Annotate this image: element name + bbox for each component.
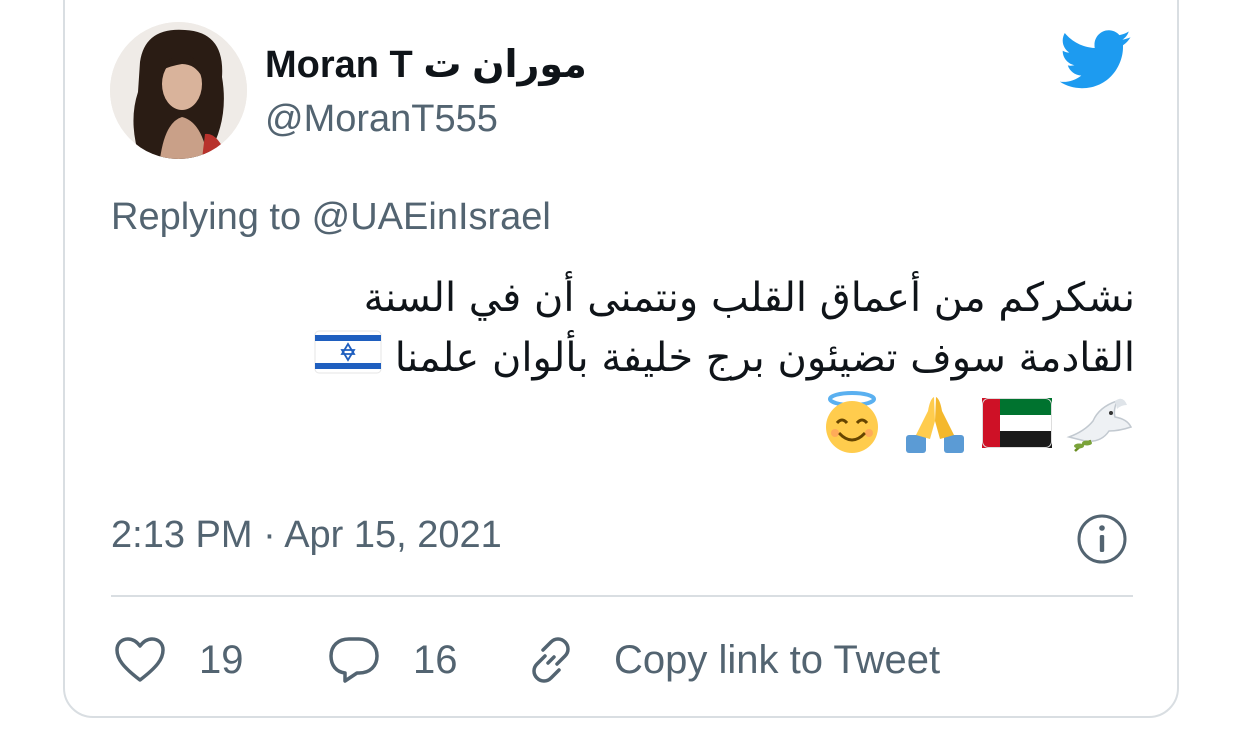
tweet-text-line-1: نشكركم من أعماق القلب ونتمنى أن في السنة	[363, 275, 1135, 321]
israel-flag-icon	[314, 330, 382, 391]
dove-icon	[1065, 391, 1135, 472]
reply-button[interactable]: 16	[327, 632, 458, 688]
copy-link-label: Copy link to Tweet	[614, 637, 941, 682]
divider	[111, 595, 1133, 597]
twitter-bird-icon[interactable]	[1060, 30, 1132, 90]
folded-hands-icon	[900, 391, 970, 472]
copy-link-button[interactable]: Copy link to Tweet	[524, 632, 940, 688]
user-handle[interactable]: @MoranT555	[265, 98, 498, 141]
comment-icon	[329, 637, 379, 683]
link-icon	[532, 637, 570, 683]
reply-count: 16	[413, 637, 458, 682]
heart-icon	[115, 637, 165, 682]
display-name[interactable]: Moran T موران ت	[265, 42, 587, 87]
tweet-text-line-2: القادمة سوف تضيئون برج خليفة بألوان علمن…	[150, 328, 1135, 391]
smiling-face-with-halo-icon	[817, 390, 887, 472]
like-count: 19	[199, 637, 244, 682]
like-button[interactable]: 19	[113, 632, 244, 688]
tweet-text: نشكركم من أعماق القلب ونتمنى أن في السنة…	[150, 268, 1135, 472]
tweet-emoji-line	[150, 390, 1135, 472]
uae-flag-icon	[982, 397, 1053, 465]
replying-to[interactable]: Replying to @UAEinIsrael	[111, 196, 551, 239]
tweet-timestamp[interactable]: 2:13 PM · Apr 15, 2021	[111, 514, 502, 557]
tweet-text-line-2-words: القادمة سوف تضيئون برج خليفة بألوان علمن…	[394, 335, 1135, 381]
avatar[interactable]	[110, 22, 247, 159]
info-icon[interactable]	[1076, 513, 1128, 565]
profile-photo-icon	[110, 22, 247, 159]
